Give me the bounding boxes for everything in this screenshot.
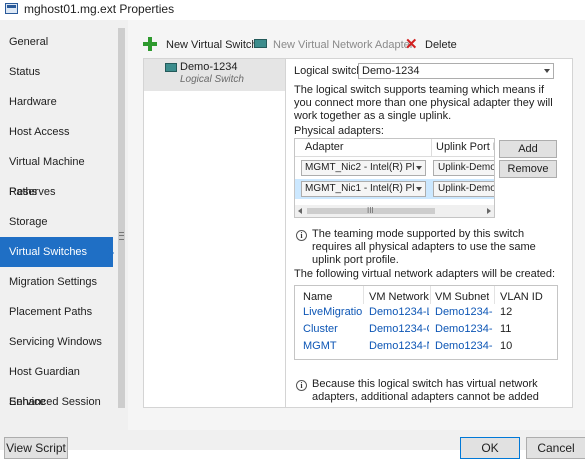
teaming-description: The logical switch supports teaming whic… bbox=[294, 84, 553, 122]
vnet-name[interactable]: LiveMigration bbox=[303, 306, 363, 318]
vnet-subnet[interactable]: Demo1234-C bbox=[435, 323, 493, 335]
scroll-grip-icon: III bbox=[367, 206, 374, 215]
adapter-value: MGMT_Nic2 - Intel(R) Pl bbox=[305, 162, 415, 173]
adapters-hscrollbar[interactable]: III bbox=[295, 205, 494, 217]
ok-button[interactable]: OK bbox=[460, 437, 520, 459]
column-header-vm-subnet[interactable]: VM Subnet bbox=[435, 288, 489, 306]
column-divider bbox=[430, 286, 431, 304]
plus-icon bbox=[143, 37, 157, 51]
nav-item-host-guardian-service[interactable]: Host Guardian Service bbox=[0, 357, 113, 408]
info-icon: i bbox=[296, 230, 307, 241]
column-header-name[interactable]: Name bbox=[303, 288, 332, 306]
column-header-vm-network[interactable]: VM Network bbox=[369, 288, 429, 306]
vnet-name[interactable]: MGMT bbox=[303, 340, 363, 352]
remove-button[interactable]: Remove bbox=[499, 160, 557, 178]
vnet-vlan: 12 bbox=[500, 306, 513, 318]
nav-scrollbar[interactable] bbox=[115, 20, 128, 425]
nav-item-general[interactable]: General bbox=[0, 27, 113, 57]
nav-item-virtual-machine-paths[interactable]: Virtual Machine Paths bbox=[0, 147, 113, 198]
delete-label: Delete bbox=[425, 39, 457, 51]
nav-item-reserves[interactable]: Reserves bbox=[0, 177, 113, 207]
adapter-row[interactable]: MGMT_Nic2 - Intel(R) Pl Uplink-Demo bbox=[295, 158, 495, 178]
nav-item-migration-settings[interactable]: Migration Settings bbox=[0, 267, 113, 297]
adapter-select[interactable]: MGMT_Nic1 - Intel(R) Pl bbox=[301, 181, 426, 197]
vnet-adapters-label: The following virtual network adapters w… bbox=[294, 268, 556, 280]
new-virtual-switch-button[interactable]: New Virtual Switch bbox=[143, 36, 258, 54]
virtual-network-adapters-table: Name VM Network VM Subnet VLAN ID LiveMi… bbox=[294, 285, 558, 360]
adapter-row[interactable]: MGMT_Nic1 - Intel(R) Pl Uplink-Demo bbox=[295, 179, 495, 199]
new-virtual-network-adapter-button[interactable]: New Virtual Network Adapter bbox=[254, 36, 413, 54]
column-header-vlan-id[interactable]: VLAN ID bbox=[500, 288, 543, 306]
nav-item-host-access[interactable]: Host Access bbox=[0, 117, 113, 147]
chevron-down-icon bbox=[416, 166, 422, 170]
view-script-button[interactable]: View Script bbox=[4, 437, 68, 459]
column-header-adapter[interactable]: Adapter bbox=[305, 139, 344, 156]
nav-item-servicing-windows[interactable]: Servicing Windows bbox=[0, 327, 113, 357]
new-virtual-switch-label: New Virtual Switch bbox=[166, 39, 258, 51]
scroll-right-icon[interactable] bbox=[487, 208, 491, 214]
switch-type: Logical Switch bbox=[180, 74, 244, 85]
vnet-vlan: 10 bbox=[500, 340, 513, 352]
nav-item-status[interactable]: Status bbox=[0, 57, 113, 87]
scroll-grip-icon bbox=[119, 232, 124, 240]
column-divider bbox=[494, 286, 495, 304]
add-button[interactable]: Add bbox=[499, 140, 557, 158]
chevron-down-icon bbox=[416, 187, 422, 191]
column-header-uplink-port-profile[interactable]: Uplink Port Pr bbox=[436, 139, 494, 156]
teaming-mode-note: The teaming mode supported by this switc… bbox=[312, 228, 536, 266]
adapter-select[interactable]: MGMT_Nic2 - Intel(R) Pl bbox=[301, 160, 426, 176]
uplink-value: Uplink-Demo bbox=[438, 183, 495, 194]
window-icon bbox=[5, 3, 18, 14]
logical-switch-value: Demo-1234 bbox=[362, 65, 420, 77]
column-divider bbox=[431, 139, 432, 156]
network-adapter-icon bbox=[254, 39, 267, 48]
physical-adapters-label: Physical adapters: bbox=[294, 125, 384, 137]
nav-item-hardware[interactable]: Hardware bbox=[0, 87, 113, 117]
nav-item-virtual-switches[interactable]: Virtual Switches bbox=[0, 237, 114, 267]
switch-list-item[interactable]: Demo-1234 Logical Switch bbox=[144, 59, 285, 91]
vnet-adapters-note: Because this logical switch has virtual … bbox=[312, 378, 539, 403]
delete-x-icon: ✕ bbox=[405, 36, 418, 53]
vnet-network[interactable]: Demo1234-C bbox=[369, 323, 429, 335]
switch-name: Demo-1234 bbox=[180, 61, 238, 73]
cancel-button[interactable]: Cancel bbox=[526, 437, 585, 459]
nav-item-placement-paths[interactable]: Placement Paths bbox=[0, 297, 113, 327]
switch-list bbox=[143, 58, 286, 408]
nav-sidebar: General Status Hardware Host Access Virt… bbox=[0, 20, 128, 450]
window-title: mghost01.mg.ext Properties bbox=[24, 2, 175, 16]
chevron-down-icon bbox=[544, 69, 550, 73]
info-icon: i bbox=[296, 380, 307, 391]
delete-button[interactable]: ✕ Delete bbox=[405, 36, 465, 54]
logical-switch-label: Logical switch: bbox=[294, 65, 366, 77]
logical-switch-select[interactable]: Demo-1234 bbox=[358, 63, 554, 79]
vnet-table-header: Name VM Network VM Subnet VLAN ID bbox=[295, 286, 557, 306]
vnet-subnet[interactable]: Demo1234-N bbox=[435, 340, 493, 352]
new-virtual-network-adapter-label: New Virtual Network Adapter bbox=[273, 39, 414, 51]
nav-item-storage[interactable]: Storage bbox=[0, 207, 113, 237]
vnet-name[interactable]: Cluster bbox=[303, 323, 363, 335]
physical-adapters-grid: Adapter Uplink Port Pr MGMT_Nic2 - Intel… bbox=[294, 138, 495, 218]
vnet-network[interactable]: Demo1234-Ll bbox=[369, 306, 429, 318]
title-bar: mghost01.mg.ext Properties bbox=[0, 0, 585, 20]
vnet-network[interactable]: Demo1234-N bbox=[369, 340, 429, 352]
vnet-vlan: 11 bbox=[500, 323, 512, 335]
adapter-value: MGMT_Nic1 - Intel(R) Pl bbox=[305, 183, 415, 194]
logical-switch-icon bbox=[165, 63, 177, 72]
uplink-select[interactable]: Uplink-Demo bbox=[433, 160, 495, 176]
adapters-header: Adapter Uplink Port Pr bbox=[295, 139, 494, 157]
scroll-left-icon[interactable] bbox=[298, 208, 302, 214]
nav-item-enhanced-session[interactable]: Enhanced Session bbox=[0, 387, 113, 417]
uplink-value: Uplink-Demo bbox=[438, 162, 495, 173]
nav-scroll-thumb[interactable] bbox=[118, 28, 125, 408]
column-divider bbox=[363, 286, 364, 304]
uplink-select[interactable]: Uplink-Demo bbox=[433, 181, 495, 197]
vnet-subnet[interactable]: Demo1234-Ll bbox=[435, 306, 493, 318]
